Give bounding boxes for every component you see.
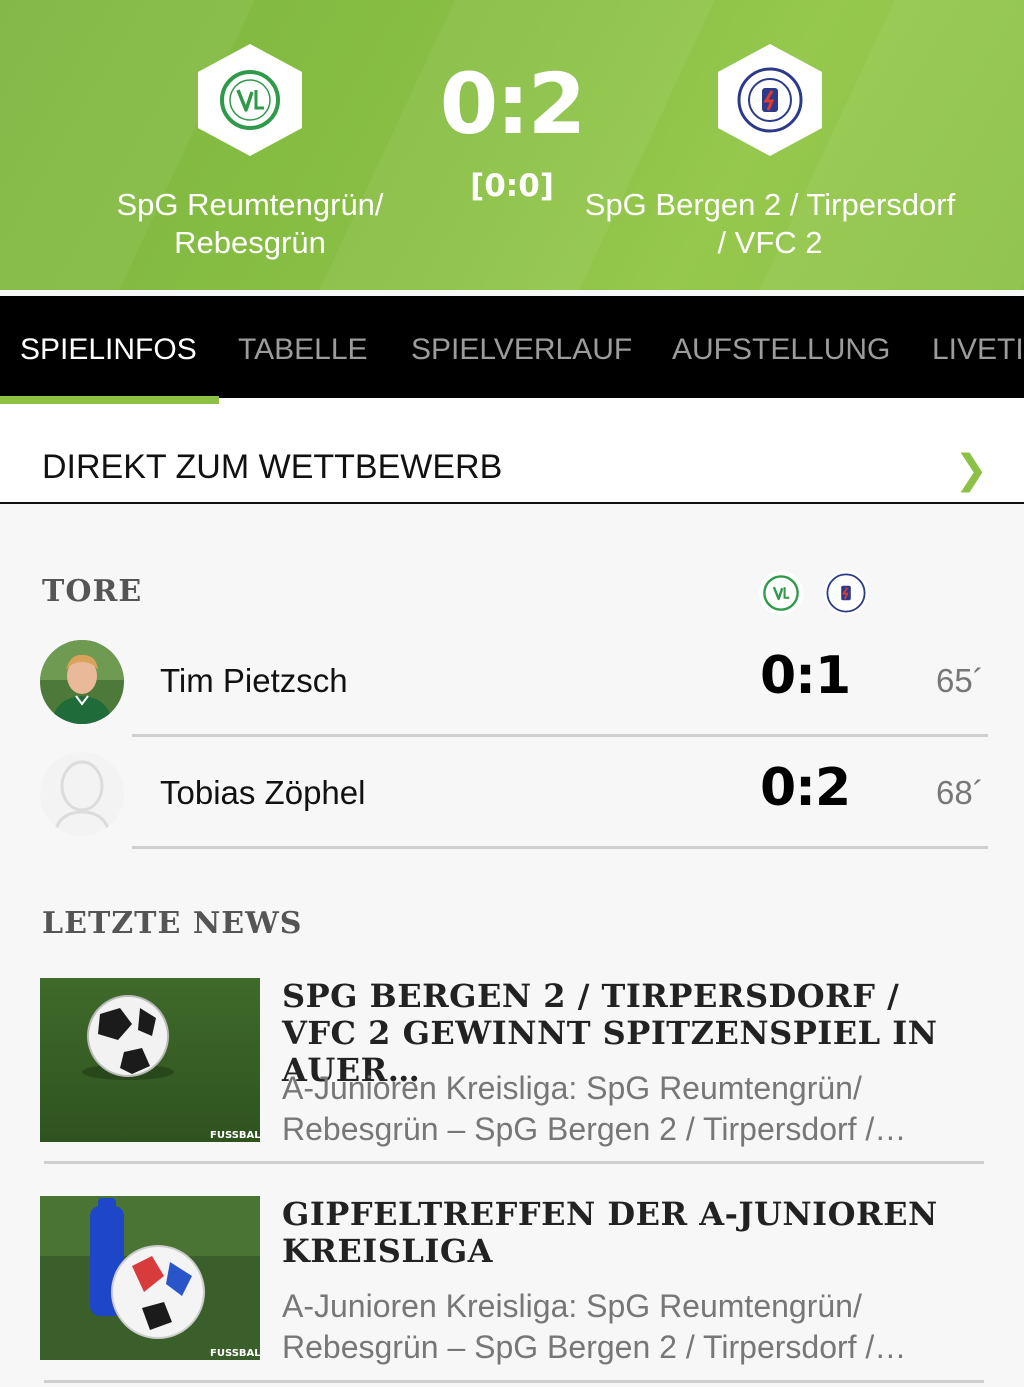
goal-score: 0:1	[760, 646, 851, 706]
goal-scorer: Tim Pietzsch	[160, 662, 348, 699]
news-divider	[44, 1161, 984, 1164]
goals-title: TORE	[42, 574, 143, 609]
turbine-crest-icon	[737, 67, 803, 133]
news-headline: GIPFELTREFFEN DER A-JUNIOREN KREISLIGA	[282, 1195, 938, 1270]
home-team-name: SpG Reumtengrün/ Rebesgrün	[116, 187, 384, 260]
news-title: LETZTE NEWS	[42, 906, 303, 941]
match-header: SpG Reumtengrün/ Rebesgrün 0:2 [0:0] SpG…	[0, 0, 1024, 290]
away-mini-crest	[824, 571, 868, 615]
news-item[interactable]: FUSSBALL SPG BERGEN 2 / TIRPERSDORF / VF…	[0, 978, 1024, 1178]
news-divider	[44, 1380, 984, 1383]
tab-spielverlauf[interactable]: SPIELVERLAUF	[391, 296, 652, 404]
avatar-placeholder-icon	[40, 752, 124, 836]
competition-link[interactable]: DIREKT ZUM WETTBEWERB ❯	[0, 404, 1024, 504]
chevron-right-icon: ❯	[954, 447, 988, 493]
tab-spielinfos[interactable]: SPIELINFOS	[0, 296, 217, 404]
home-mini-crest	[759, 571, 803, 615]
news-teaser: A-Junioren Kreisliga: SpG Reumtengrün/ R…	[282, 1288, 907, 1365]
goal-minute: 65´	[936, 662, 984, 699]
away-team-crest	[718, 44, 822, 156]
vfl-crest-icon	[763, 575, 799, 611]
news-thumbnail: FUSSBALL	[40, 978, 260, 1142]
news-watermark: FUSSBALL	[210, 1130, 260, 1141]
away-team[interactable]: SpG Bergen 2 / Tirpersdorf / VFC 2	[580, 44, 960, 262]
home-team-crest	[198, 44, 302, 156]
goal-score: 0:2	[760, 758, 851, 818]
player-avatar	[40, 640, 124, 724]
news-thumbnail: FUSSBALL	[40, 1196, 260, 1360]
turbine-crest-icon	[826, 573, 866, 613]
goal-scorer: Tobias Zöphel	[160, 774, 366, 811]
active-tab-indicator	[0, 396, 219, 404]
tab-aufstellung[interactable]: AUFSTELLUNG	[652, 296, 910, 404]
row-divider	[132, 734, 988, 737]
soccer-ball-image-icon: FUSSBALL	[40, 978, 260, 1142]
goal-minute: 68´	[936, 774, 984, 811]
away-team-name: SpG Bergen 2 / Tirpersdorf / VFC 2	[584, 187, 956, 260]
row-divider	[132, 846, 988, 849]
competition-link-label: DIREKT ZUM WETTBEWERB	[42, 448, 503, 486]
player-avatar	[40, 752, 124, 836]
tab-bar: SPIELINFOS TABELLE SPIELVERLAUF AUFSTELL…	[0, 296, 1024, 404]
news-watermark: FUSSBALL	[210, 1348, 260, 1359]
player-photo-icon	[40, 640, 124, 724]
home-team[interactable]: SpG Reumtengrün/ Rebesgrün	[60, 44, 440, 262]
ball-and-bottle-image-icon: FUSSBALL	[40, 1196, 260, 1360]
vfl-crest-icon	[220, 70, 280, 130]
news-teaser: A-Junioren Kreisliga: SpG Reumtengrün/ R…	[282, 1070, 907, 1147]
news-item[interactable]: FUSSBALL GIPFELTREFFEN DER A-JUNIOREN KR…	[0, 1196, 1024, 1387]
tab-liveticker[interactable]: LIVETICKER	[912, 296, 1024, 404]
tab-tabelle[interactable]: TABELLE	[218, 296, 388, 404]
